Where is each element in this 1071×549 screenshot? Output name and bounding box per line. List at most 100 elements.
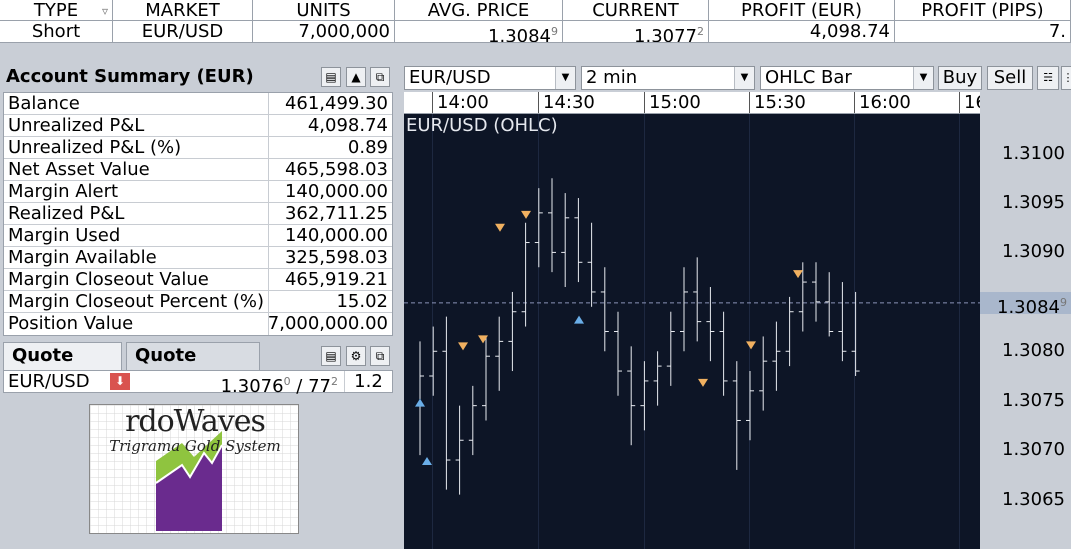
- collapse-icon[interactable]: ▲: [346, 67, 366, 87]
- account-summary-label: Balance: [8, 93, 80, 114]
- quote-symbol: EUR/USD: [8, 371, 90, 392]
- indicators-icon[interactable]: ☵: [1037, 66, 1059, 90]
- popout-icon[interactable]: ⧉: [370, 67, 390, 87]
- position-profit-pips: 7.: [895, 21, 1071, 42]
- price-axis: 1.3100 1.3095 1.3090 1.3080 1.3075 1.3070 1.30…: [980, 92, 1071, 549]
- position-row[interactable]: Short EUR/USD 7,000,000 1.30849 1.30772 …: [0, 21, 1071, 43]
- current-price-label: 1.30849: [980, 291, 1071, 318]
- account-summary-row: Realized P&L 362,711.25: [4, 203, 392, 225]
- position-profit-eur: 4,098.74: [709, 21, 895, 42]
- ohlc-bar: [574, 198, 583, 283]
- tab-quote-list[interactable]: Quote List: [3, 342, 122, 392]
- gear-icon[interactable]: ⚙: [346, 346, 366, 366]
- ohlc-bar: [706, 287, 715, 362]
- buy-signal-marker: [422, 457, 432, 466]
- ohlc-bar: [640, 361, 649, 431]
- price-tick-label: 1.3075: [1002, 389, 1065, 411]
- col-header-current[interactable]: CURRENT: [563, 0, 709, 20]
- time-tick-label: 14:00: [432, 92, 489, 113]
- ohlc-bar: [600, 267, 609, 352]
- account-summary-row: Margin Available 325,598.03: [4, 247, 392, 269]
- sell-signal-marker: [495, 223, 505, 232]
- col-header-profit-pips[interactable]: PROFIT (PIPS): [895, 0, 1071, 20]
- account-summary-row: Margin Closeout Percent (%) 15.02: [4, 291, 392, 313]
- time-tick-label: 15:00: [644, 92, 701, 113]
- chevron-down-icon[interactable]: ▼: [913, 67, 933, 89]
- account-summary-label: Unrealized P&L (%): [8, 137, 182, 158]
- sell-signal-marker: [746, 341, 756, 350]
- ohlc-bar: [812, 262, 820, 322]
- col-header-type[interactable]: TYPE ▿: [0, 0, 113, 20]
- col-header-avg-price[interactable]: AVG. PRICE: [395, 0, 563, 20]
- account-summary-label: Position Value: [8, 313, 134, 334]
- quote-spread: 1.2: [344, 371, 392, 392]
- ohlc-bar: [429, 326, 438, 396]
- tab-quote-panel[interactable]: Quote Panel: [126, 342, 260, 392]
- buy-signal-marker: [574, 315, 584, 324]
- account-summary-value: 140,000.00: [284, 225, 388, 246]
- position-market: EUR/USD: [113, 21, 253, 42]
- buy-signal-marker: [415, 398, 425, 407]
- ohlc-bar: [746, 371, 754, 441]
- account-summary-label: Margin Closeout Value: [8, 269, 209, 290]
- account-summary-row: Balance 461,499.30: [4, 93, 392, 115]
- account-summary-value: 0.89: [347, 137, 388, 158]
- account-summary-label: Margin Available: [8, 247, 157, 268]
- quote-popout-icon[interactable]: ⧉: [370, 346, 390, 366]
- quote-bid-ask: 1.30760 / 772: [220, 375, 338, 397]
- sell-signal-marker: [793, 270, 803, 279]
- ohlc-bar: [838, 282, 847, 362]
- price-tick-label: 1.3095: [1002, 191, 1065, 213]
- ohlc-bar: [508, 291, 517, 372]
- price-tick-label: 1.3100: [1002, 142, 1065, 164]
- ohlc-bar: [587, 222, 596, 307]
- panel-settings-icon[interactable]: ▤: [321, 67, 341, 87]
- ohlc-bar: [534, 188, 543, 268]
- col-header-market[interactable]: MARKET: [113, 0, 253, 20]
- instrument-select[interactable]: EUR/USD ▼: [404, 66, 576, 90]
- chevron-down-icon[interactable]: ▼: [734, 67, 754, 89]
- account-summary-label: Margin Closeout Percent (%): [8, 291, 265, 312]
- sell-button[interactable]: Sell: [987, 66, 1033, 90]
- account-summary-value: 461,499.30: [284, 93, 388, 114]
- account-summary-row: Margin Alert 140,000.00: [4, 181, 392, 203]
- more-icon[interactable]: ⋮: [1061, 66, 1071, 90]
- account-summary-value: 465,598.03: [284, 159, 388, 180]
- col-header-units[interactable]: UNITS: [253, 0, 395, 20]
- filter-icon[interactable]: ▿: [102, 1, 108, 20]
- account-summary-row: Margin Used 140,000.00: [4, 225, 392, 247]
- ohlc-bar: [455, 405, 464, 495]
- ohlc-bar: [482, 336, 490, 421]
- ohlc-bar: [719, 311, 728, 396]
- ohlc-bar: [772, 321, 781, 391]
- ohlc-bar: [627, 346, 636, 446]
- chart-style-select[interactable]: OHLC Bar ▼: [760, 66, 934, 90]
- chart-title: EUR/USD (OHLC): [406, 115, 558, 136]
- buy-button[interactable]: Buy: [938, 66, 982, 90]
- account-summary-label: Realized P&L: [8, 203, 125, 224]
- col-header-profit-eur[interactable]: PROFIT (EUR): [709, 0, 895, 20]
- ohlc-bar: [561, 193, 570, 288]
- ohlc-bar: [548, 178, 556, 273]
- account-summary-value: 15.02: [336, 291, 388, 312]
- ohlc-bar: [495, 316, 504, 391]
- account-summary-value: 4,098.74: [307, 115, 388, 136]
- quote-settings-icon[interactable]: ▤: [321, 346, 341, 366]
- ohlc-bar: [851, 291, 860, 376]
- positions-table: TYPE ▿ MARKET UNITS AVG. PRICE CURRENT P…: [0, 0, 1071, 55]
- account-summary-title: Account Summary (EUR): [6, 66, 254, 87]
- interval-select[interactable]: 2 min ▼: [581, 66, 755, 90]
- chart-plot-area[interactable]: EUR/USD (OHLC): [404, 114, 980, 549]
- chevron-down-icon[interactable]: ▼: [555, 67, 575, 89]
- account-summary-value: 325,598.03: [284, 247, 388, 268]
- time-tick-label: 15:30: [749, 92, 806, 113]
- ohlc-bar: [759, 336, 768, 411]
- logo-subtitle: Trigrama Gold System: [109, 437, 281, 455]
- account-summary-row: Unrealized P&L (%) 0.89: [4, 137, 392, 159]
- account-summary-row: Margin Closeout Value 465,919.21: [4, 269, 392, 291]
- ohlc-bar: [825, 272, 834, 337]
- price-tick-label: 1.3090: [1002, 241, 1065, 263]
- quote-tabs: Quote List Quote Panel ▤ ⚙ ⧉: [3, 342, 393, 392]
- quote-row[interactable]: EUR/USD ⬇ 1.30760 / 772 1.2: [3, 370, 393, 397]
- ohlc-bar: [416, 341, 424, 456]
